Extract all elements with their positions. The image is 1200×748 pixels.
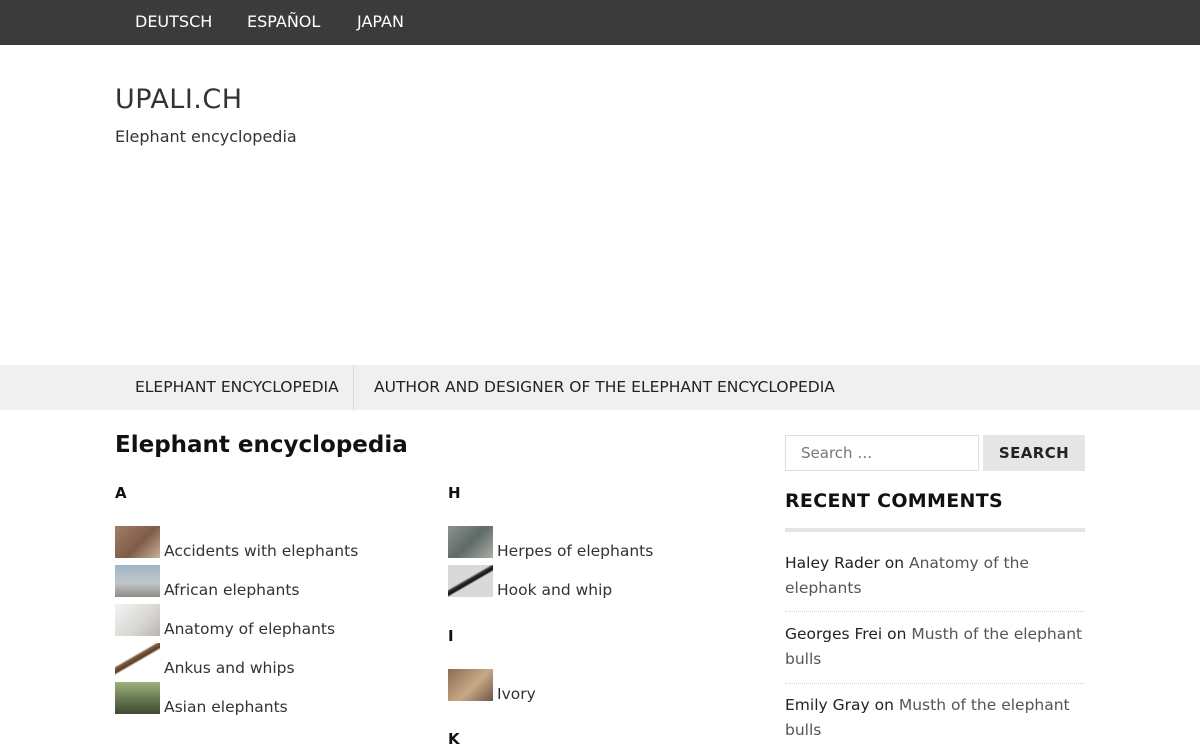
comment-post-title-line1: Anatomy of the — [908, 554, 1029, 572]
search-button[interactable]: SEARCH — [983, 435, 1085, 471]
elephant-thumbnail-icon — [115, 565, 160, 597]
index-entry-label: Asian elephants — [164, 698, 288, 716]
elephant-thumbnail-icon — [115, 604, 160, 636]
index-entry-label: Herpes of elephants — [497, 542, 654, 560]
language-bar: DEUTSCH ESPAÑOL JAPAN — [0, 0, 1200, 45]
index-letter-i: I — [448, 627, 454, 645]
comment-post-title-line1: Musth of the elephant — [898, 696, 1070, 714]
comment-author: Emily Gray — [785, 696, 870, 714]
comment-author: Haley Rader — [785, 554, 880, 572]
comment-post-title-line2: elephants — [785, 579, 862, 597]
language-link-japan[interactable]: JAPAN — [357, 0, 404, 45]
site-description: Elephant encyclopedia — [115, 127, 297, 146]
index-entry-label: African elephants — [164, 581, 300, 599]
comment-connector: on — [874, 696, 894, 714]
search-input[interactable] — [785, 435, 979, 471]
hook-thumbnail-icon — [448, 565, 493, 597]
main-navigation: ELEPHANT ENCYCLOPEDIA AUTHOR AND DESIGNE… — [0, 365, 1200, 410]
language-link-deutsch[interactable]: DEUTSCH — [135, 0, 212, 45]
recent-comment-item: Georges Frei on Musth of the elephant bul… — [785, 622, 1085, 672]
language-link-espanol[interactable]: ESPAÑOL — [247, 0, 320, 45]
comment-divider — [785, 611, 1085, 612]
index-entry-label: Ivory — [497, 685, 536, 703]
widget-title-underline — [785, 528, 1085, 532]
nav-item-author-and-designer[interactable]: AUTHOR AND DESIGNER OF THE ELEPHANT ENCY… — [374, 365, 835, 410]
recent-comment-item: Haley Rader on Anatomy of the elephants — [785, 551, 1085, 601]
elephant-thumbnail-icon — [448, 526, 493, 558]
comment-divider — [785, 683, 1085, 684]
comment-post-title-line2: bulls — [785, 721, 822, 739]
recent-comment-item: Emily Gray on Musth of the elephant bulls — [785, 693, 1085, 743]
nav-divider — [353, 365, 354, 410]
comment-post-title-line2: bulls — [785, 650, 822, 668]
index-entry-label: Accidents with elephants — [164, 542, 359, 560]
page-title: Elephant encyclopedia — [115, 432, 408, 458]
ankus-thumbnail-icon — [115, 643, 160, 675]
index-entry-label: Ankus and whips — [164, 659, 295, 677]
index-letter-a: A — [115, 484, 127, 502]
site-title[interactable]: UPALI.CH — [115, 84, 243, 115]
index-entry-label: Hook and whip — [497, 581, 613, 599]
elephant-thumbnail-icon — [115, 682, 160, 714]
elephant-thumbnail-icon — [115, 526, 160, 558]
index-letter-h: H — [448, 484, 461, 502]
comment-post-title-line1: Musth of the elephant — [911, 625, 1083, 643]
nav-item-elephant-encyclopedia[interactable]: ELEPHANT ENCYCLOPEDIA — [135, 365, 339, 410]
elephant-thumbnail-icon — [448, 669, 493, 701]
recent-comments-title: RECENT COMMENTS — [785, 490, 1003, 512]
comment-author: Georges Frei — [785, 625, 883, 643]
comment-connector: on — [884, 554, 905, 572]
comment-connector: on — [887, 625, 907, 643]
index-entry-label: Anatomy of elephants — [164, 620, 336, 638]
index-letter-k: K — [448, 730, 460, 748]
